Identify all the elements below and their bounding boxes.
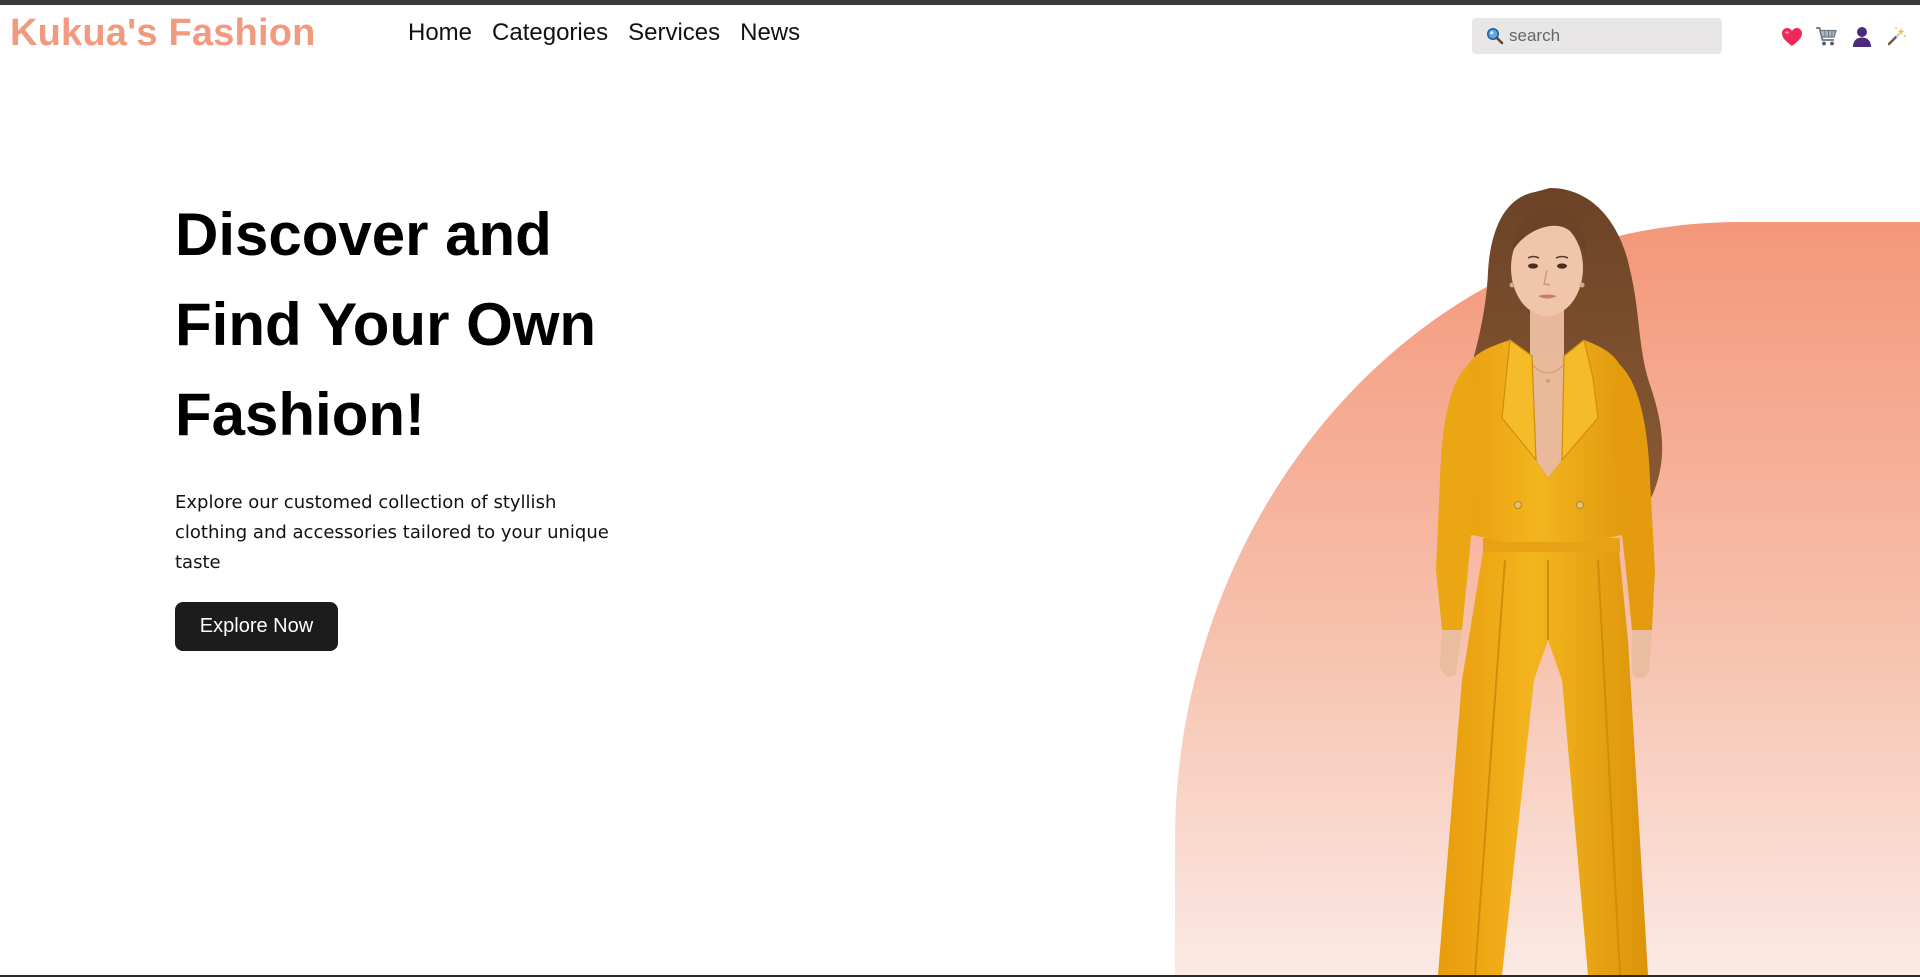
magic-wand-icon[interactable] — [1885, 25, 1908, 48]
hero-title-line-1: Discover and — [175, 201, 552, 268]
search-icon — [1487, 28, 1504, 45]
brand-logo[interactable]: Kukua's Fashion — [10, 12, 316, 55]
nav-services[interactable]: Services — [628, 19, 720, 47]
hero-description: Explore our customed collection of styll… — [175, 492, 609, 573]
cart-icon[interactable] — [1815, 25, 1838, 48]
search-input[interactable] — [1507, 25, 1711, 47]
user-icon[interactable] — [1850, 25, 1873, 48]
page: Kukua's Fashion Home Categories Services… — [0, 0, 1920, 977]
nav-news[interactable]: News — [740, 19, 800, 47]
main-nav: Home Categories Services News — [408, 19, 800, 47]
window-top-border — [0, 0, 1920, 5]
nav-home[interactable]: Home — [408, 19, 472, 47]
search-box[interactable] — [1472, 18, 1722, 54]
hero-title: Discover and Find Your Own Fashion! — [175, 190, 695, 460]
explore-now-button[interactable]: Explore Now — [175, 602, 338, 651]
hero-image — [1175, 188, 1920, 975]
hero-title-line-2: Find Your Own — [175, 291, 597, 358]
heart-icon[interactable] — [1780, 25, 1803, 48]
header-icons — [1780, 25, 1908, 48]
nav-categories[interactable]: Categories — [492, 19, 608, 47]
hero-title-line-3: Fashion! — [175, 381, 425, 448]
